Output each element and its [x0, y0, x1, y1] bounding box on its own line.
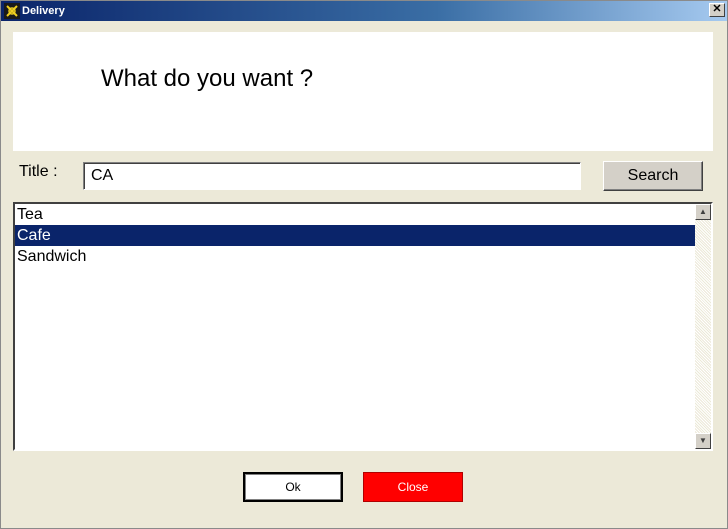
- ok-button[interactable]: Ok: [243, 472, 343, 502]
- header-panel: What do you want ?: [13, 32, 713, 151]
- list-item[interactable]: Tea: [15, 204, 696, 225]
- close-button[interactable]: Close: [363, 472, 463, 502]
- prompt-heading: What do you want ?: [101, 65, 314, 92]
- delivery-window: Delivery ✕ What do you want ? Title : Se…: [0, 0, 728, 529]
- list-item-selected[interactable]: Cafe: [15, 225, 696, 246]
- results-list[interactable]: Tea Cafe Sandwich ▲ ▼: [13, 202, 713, 451]
- title-bar[interactable]: Delivery ✕: [1, 1, 727, 21]
- title-search-input[interactable]: [83, 162, 581, 190]
- search-button[interactable]: Search: [603, 161, 703, 191]
- results-list-items: Tea Cafe Sandwich: [15, 204, 696, 267]
- scroll-up-icon[interactable]: ▲: [695, 204, 711, 220]
- window-title: Delivery: [22, 5, 65, 17]
- scroll-down-icon[interactable]: ▼: [695, 433, 711, 449]
- vertical-scrollbar[interactable]: ▲ ▼: [695, 204, 711, 449]
- title-label: Title :: [19, 163, 58, 180]
- delivery-app-icon: [4, 3, 20, 19]
- window-close-icon[interactable]: ✕: [709, 3, 725, 17]
- list-item[interactable]: Sandwich: [15, 246, 696, 267]
